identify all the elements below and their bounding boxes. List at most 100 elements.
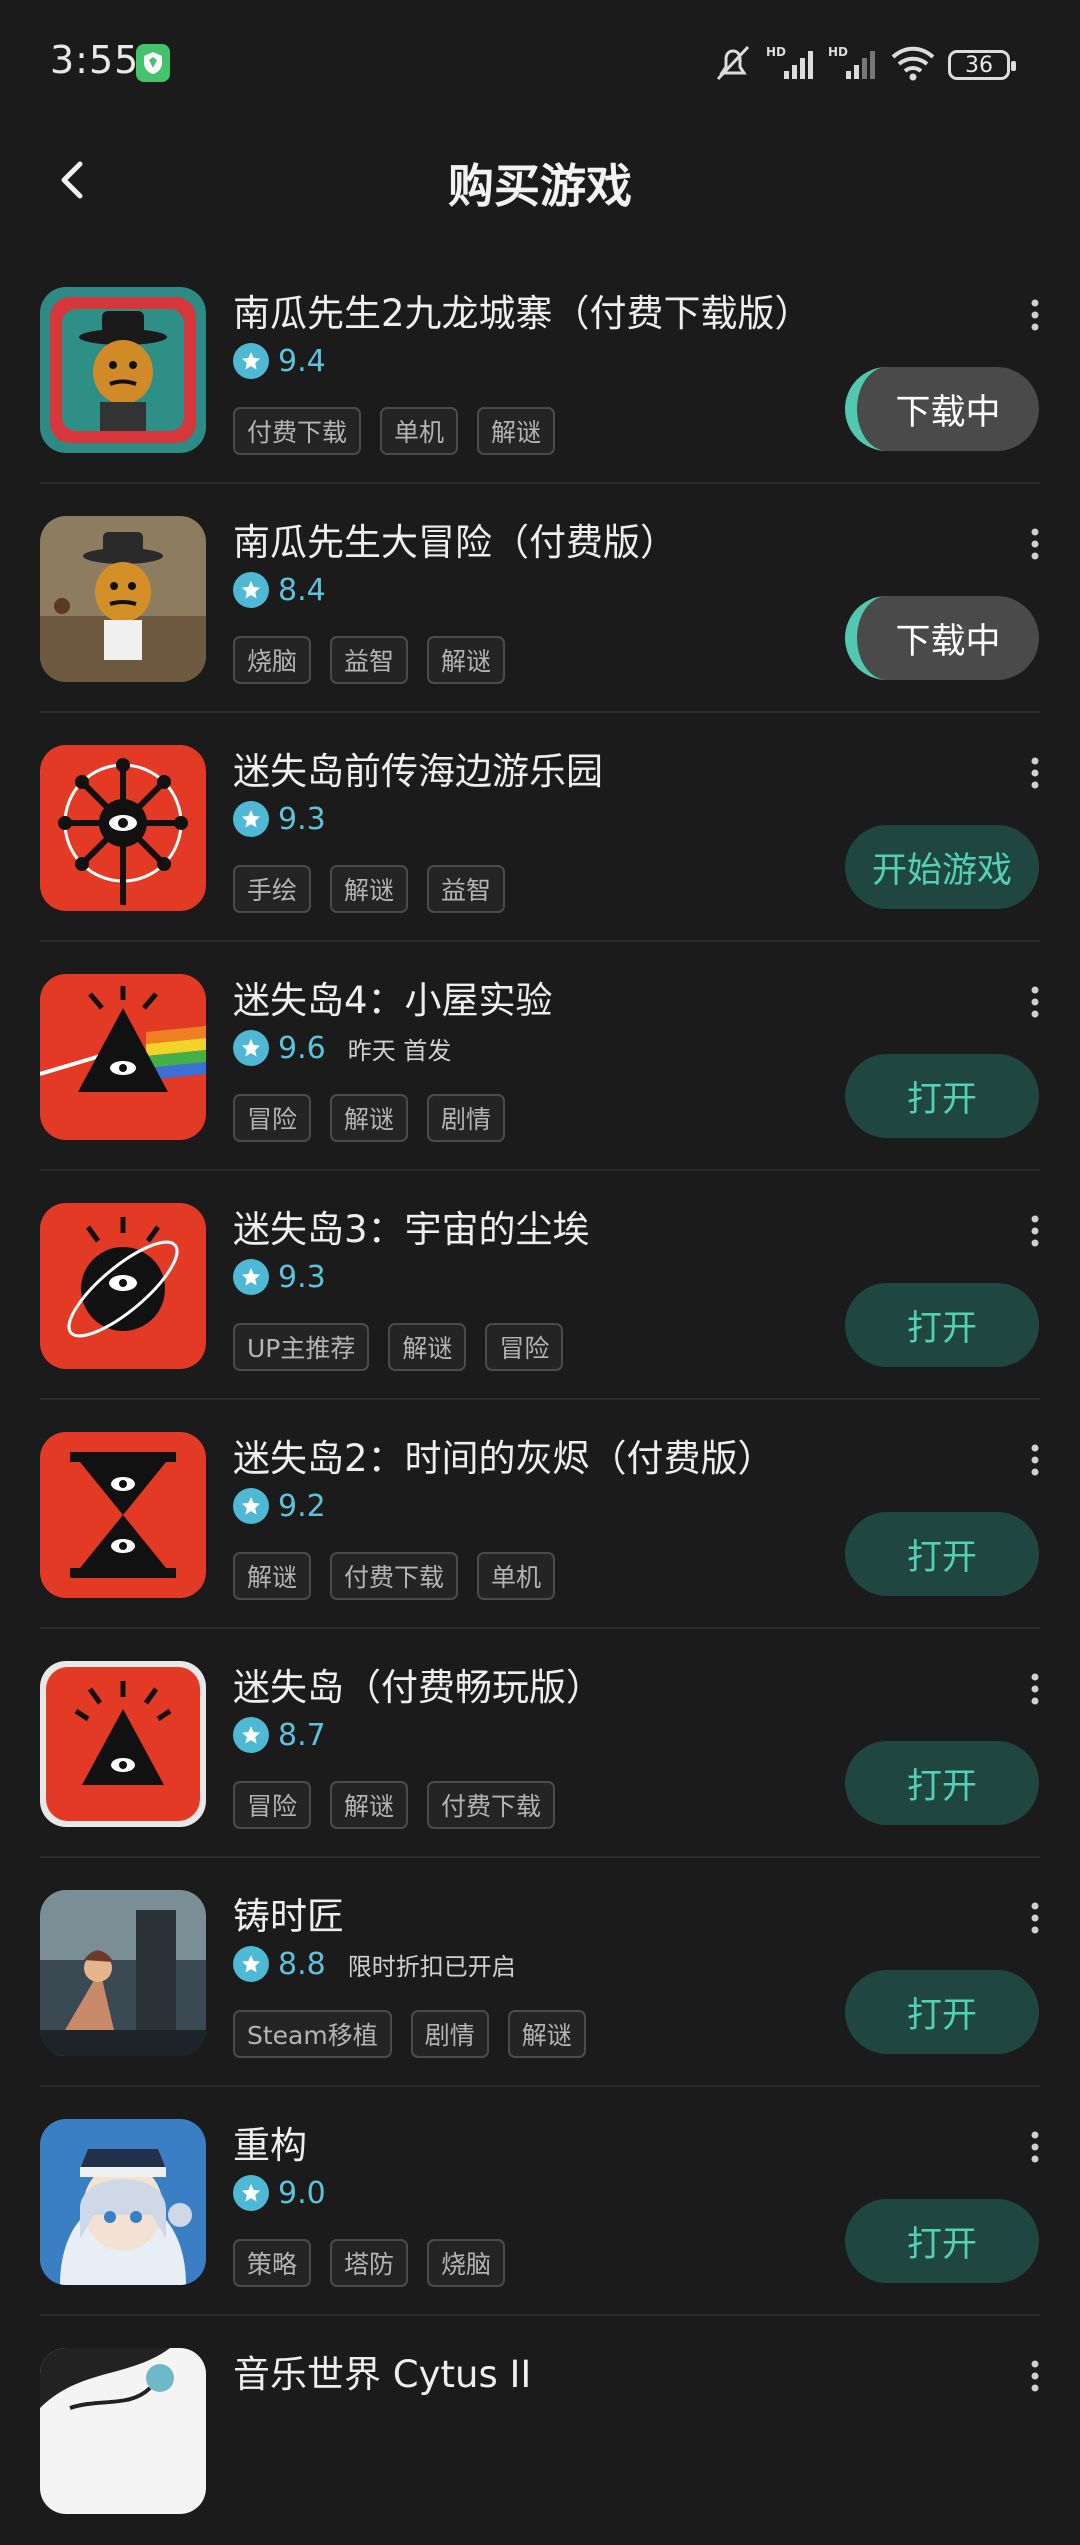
tag[interactable]: 付费下载	[330, 1552, 459, 1600]
game-icon-lost-island-3[interactable]	[40, 1203, 206, 1369]
tag[interactable]: 付费下载	[233, 407, 362, 455]
rating-score: 9.3	[278, 1259, 326, 1295]
game-item[interactable]: 南瓜先生大冒险（付费版） 8.4 烧脑 益智 解谜 下载中	[0, 484, 1080, 713]
game-name[interactable]: 迷失岛前传海边游乐园	[233, 741, 603, 795]
game-icon-pumpkin-adventure[interactable]	[40, 516, 206, 682]
tag[interactable]: 策略	[233, 2239, 312, 2287]
game-icon-lost-island-4[interactable]	[40, 974, 206, 1140]
more-options-icon[interactable]	[1025, 2356, 1045, 2396]
discount-note: 限时折扣已开启	[347, 1952, 516, 1981]
game-name[interactable]: 迷失岛2：时间的灰烬（付费版）	[233, 1428, 775, 1482]
rating-score: 8.7	[278, 1717, 326, 1753]
open-button[interactable]: 打开	[845, 1970, 1039, 2054]
wifi-icon	[890, 43, 936, 87]
star-icon	[233, 1488, 269, 1524]
tag-list: 付费下载 单机 解谜	[233, 407, 556, 455]
tag[interactable]: 益智	[427, 865, 506, 913]
rating-score: 9.2	[278, 1488, 326, 1524]
game-icon-pumpkin-kowloon[interactable]	[40, 287, 206, 453]
game-item[interactable]: 迷失岛（付费畅玩版） 8.7 冒险 解谜 付费下载 打开	[0, 1629, 1080, 1858]
more-options-icon[interactable]	[1025, 982, 1045, 1022]
game-icon-lost-island-2[interactable]	[40, 1432, 206, 1598]
tag[interactable]: 解谜	[477, 407, 556, 455]
open-button[interactable]: 打开	[845, 1741, 1039, 1825]
start-game-button[interactable]: 开始游戏	[845, 825, 1039, 909]
tag[interactable]: 解谜	[507, 2010, 586, 2058]
game-name[interactable]: 迷失岛4：小屋实验	[233, 970, 553, 1024]
more-options-icon[interactable]	[1025, 1898, 1045, 1938]
rating: 9.2	[233, 1486, 326, 1526]
open-button[interactable]: 打开	[845, 2199, 1039, 2283]
page-header: 购买游戏	[0, 130, 1080, 230]
game-name[interactable]: 迷失岛（付费畅玩版）	[233, 1657, 603, 1711]
game-item[interactable]: 迷失岛前传海边游乐园 9.3 手绘 解谜 益智 开始游戏	[0, 713, 1080, 942]
game-name[interactable]: 重构	[233, 2115, 307, 2169]
downloading-button[interactable]: 下载中	[845, 367, 1039, 451]
more-options-icon[interactable]	[1025, 1440, 1045, 1480]
star-icon	[233, 801, 269, 837]
more-options-icon[interactable]	[1025, 2127, 1045, 2167]
more-options-icon[interactable]	[1025, 1669, 1045, 1709]
tag-list: 冒险 解谜 付费下载	[233, 1781, 556, 1829]
tag[interactable]: 冒险	[233, 1094, 312, 1142]
rating: 8.7	[233, 1715, 326, 1755]
tag[interactable]: 解谜	[388, 1323, 467, 1371]
tag[interactable]: 解谜	[330, 865, 409, 913]
star-icon	[233, 1030, 269, 1066]
game-icon-lost-island-prequel[interactable]	[40, 745, 206, 911]
tag[interactable]: 单机	[477, 1552, 556, 1600]
tag[interactable]: 剧情	[410, 2010, 489, 2058]
clock: 3:55	[50, 38, 140, 82]
game-item[interactable]: 迷失岛3：宇宙的尘埃 9.3 UP主推荐 解谜 冒险 打开	[0, 1171, 1080, 1400]
game-name[interactable]: 南瓜先生2九龙城寨（付费下载版）	[233, 283, 812, 337]
game-item[interactable]: 迷失岛2：时间的灰烬（付费版） 9.2 解谜 付费下载 单机 打开	[0, 1400, 1080, 1629]
game-name[interactable]: 南瓜先生大冒险（付费版）	[233, 512, 677, 566]
game-item[interactable]: 音乐世界 Cytus II	[0, 2316, 1080, 2545]
game-item[interactable]: 铸时匠 8.8 限时折扣已开启 Steam移植 剧情 解谜 打开	[0, 1858, 1080, 2087]
tag[interactable]: 付费下载	[427, 1781, 556, 1829]
rating: 9.3	[233, 1257, 326, 1297]
tag[interactable]: 烧脑	[427, 2239, 506, 2287]
svg-text:HD: HD	[828, 45, 848, 59]
tag[interactable]: 剧情	[427, 1094, 506, 1142]
tag[interactable]: 塔防	[330, 2239, 409, 2287]
tag[interactable]: 解谜	[427, 636, 506, 684]
more-options-icon[interactable]	[1025, 1211, 1045, 1251]
game-item[interactable]: 南瓜先生2九龙城寨（付费下载版） 9.4 付费下载 单机 解谜 下载中	[0, 255, 1080, 484]
game-icon-cytus-ii[interactable]	[40, 2348, 206, 2514]
game-icon-timekeeper[interactable]	[40, 1890, 206, 2056]
game-name[interactable]: 铸时匠	[233, 1886, 344, 1940]
tag[interactable]: 解谜	[330, 1781, 409, 1829]
rating: 8.4	[233, 570, 326, 610]
tag[interactable]: 益智	[330, 636, 409, 684]
rating-score: 9.6	[278, 1030, 326, 1066]
tag[interactable]: 冒险	[233, 1781, 312, 1829]
more-options-icon[interactable]	[1025, 753, 1045, 793]
game-item[interactable]: 重构 9.0 策略 塔防 烧脑 打开	[0, 2087, 1080, 2316]
open-button[interactable]: 打开	[845, 1054, 1039, 1138]
downloading-button[interactable]: 下载中	[845, 596, 1039, 680]
rating-score: 8.4	[278, 572, 326, 608]
tag[interactable]: 解谜	[330, 1094, 409, 1142]
tag[interactable]: 冒险	[485, 1323, 564, 1371]
open-button[interactable]: 打开	[845, 1512, 1039, 1596]
game-icon-restructure[interactable]	[40, 2119, 206, 2285]
tag[interactable]: UP主推荐	[233, 1323, 370, 1371]
more-options-icon[interactable]	[1025, 295, 1045, 335]
rating: 8.8 限时折扣已开启	[233, 1944, 516, 1984]
tag-list: 冒险 解谜 剧情	[233, 1094, 506, 1142]
game-icon-lost-island[interactable]	[40, 1661, 206, 1827]
tag[interactable]: 单机	[380, 407, 459, 455]
tag[interactable]: Steam移植	[233, 2010, 392, 2058]
rating-score: 8.8	[278, 1946, 326, 1982]
tag-list: 策略 塔防 烧脑	[233, 2239, 506, 2287]
game-name[interactable]: 音乐世界 Cytus II	[233, 2344, 531, 2398]
game-name[interactable]: 迷失岛3：宇宙的尘埃	[233, 1199, 590, 1253]
tag[interactable]: 手绘	[233, 865, 312, 913]
tag[interactable]: 烧脑	[233, 636, 312, 684]
more-options-icon[interactable]	[1025, 524, 1045, 564]
tag[interactable]: 解谜	[233, 1552, 312, 1600]
open-button[interactable]: 打开	[845, 1283, 1039, 1367]
rating: 9.3	[233, 799, 326, 839]
game-item[interactable]: 迷失岛4：小屋实验 9.6 昨天 首发 冒险 解谜 剧情 打开	[0, 942, 1080, 1171]
